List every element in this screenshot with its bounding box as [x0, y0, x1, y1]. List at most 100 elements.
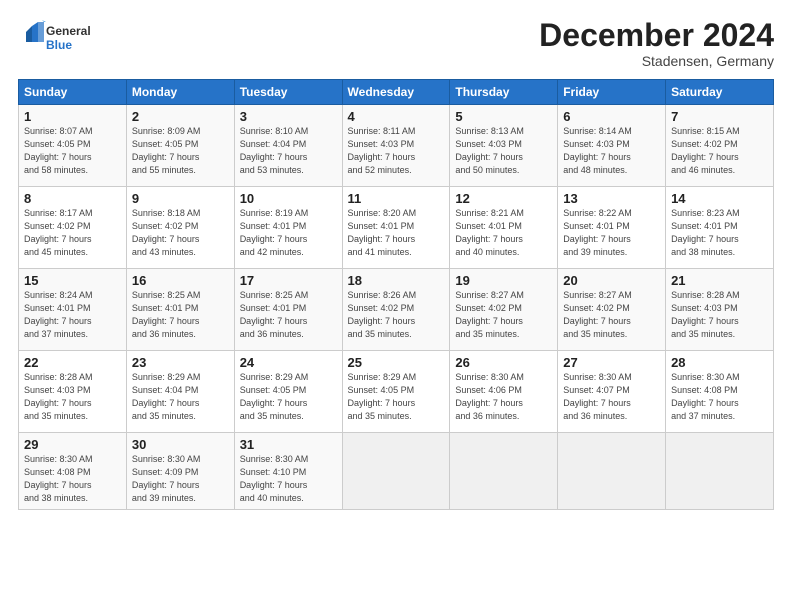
- table-row: 30Sunrise: 8:30 AM Sunset: 4:09 PM Dayli…: [126, 433, 234, 510]
- col-wednesday: Wednesday: [342, 80, 450, 105]
- day-number: 18: [348, 273, 445, 288]
- table-row: 16Sunrise: 8:25 AM Sunset: 4:01 PM Dayli…: [126, 269, 234, 351]
- table-row: 20Sunrise: 8:27 AM Sunset: 4:02 PM Dayli…: [558, 269, 666, 351]
- day-number: 31: [240, 437, 337, 452]
- day-info: Sunrise: 8:18 AM Sunset: 4:02 PM Dayligh…: [132, 207, 229, 259]
- title-block: December 2024 Stadensen, Germany: [539, 18, 774, 69]
- table-row: 28Sunrise: 8:30 AM Sunset: 4:08 PM Dayli…: [666, 351, 774, 433]
- table-row: 3Sunrise: 8:10 AM Sunset: 4:04 PM Daylig…: [234, 105, 342, 187]
- table-row: 1Sunrise: 8:07 AM Sunset: 4:05 PM Daylig…: [19, 105, 127, 187]
- table-row: 21Sunrise: 8:28 AM Sunset: 4:03 PM Dayli…: [666, 269, 774, 351]
- day-info: Sunrise: 8:30 AM Sunset: 4:07 PM Dayligh…: [563, 371, 660, 423]
- day-info: Sunrise: 8:30 AM Sunset: 4:08 PM Dayligh…: [24, 453, 121, 505]
- month-title: December 2024: [539, 18, 774, 53]
- day-info: Sunrise: 8:22 AM Sunset: 4:01 PM Dayligh…: [563, 207, 660, 259]
- table-row: 23Sunrise: 8:29 AM Sunset: 4:04 PM Dayli…: [126, 351, 234, 433]
- svg-text:Blue: Blue: [46, 38, 72, 52]
- table-row: 14Sunrise: 8:23 AM Sunset: 4:01 PM Dayli…: [666, 187, 774, 269]
- day-info: Sunrise: 8:27 AM Sunset: 4:02 PM Dayligh…: [455, 289, 552, 341]
- calendar-week-row: 15Sunrise: 8:24 AM Sunset: 4:01 PM Dayli…: [19, 269, 774, 351]
- day-info: Sunrise: 8:14 AM Sunset: 4:03 PM Dayligh…: [563, 125, 660, 177]
- day-number: 22: [24, 355, 121, 370]
- day-number: 15: [24, 273, 121, 288]
- location-subtitle: Stadensen, Germany: [539, 53, 774, 69]
- page-container: General Blue December 2024 Stadensen, Ge…: [0, 0, 792, 520]
- day-number: 3: [240, 109, 337, 124]
- day-info: Sunrise: 8:28 AM Sunset: 4:03 PM Dayligh…: [24, 371, 121, 423]
- day-number: 7: [671, 109, 768, 124]
- day-number: 4: [348, 109, 445, 124]
- day-number: 14: [671, 191, 768, 206]
- day-number: 19: [455, 273, 552, 288]
- table-row: 11Sunrise: 8:20 AM Sunset: 4:01 PM Dayli…: [342, 187, 450, 269]
- table-row: 6Sunrise: 8:14 AM Sunset: 4:03 PM Daylig…: [558, 105, 666, 187]
- day-number: 9: [132, 191, 229, 206]
- day-number: 28: [671, 355, 768, 370]
- day-info: Sunrise: 8:09 AM Sunset: 4:05 PM Dayligh…: [132, 125, 229, 177]
- day-info: Sunrise: 8:29 AM Sunset: 4:05 PM Dayligh…: [240, 371, 337, 423]
- col-thursday: Thursday: [450, 80, 558, 105]
- col-tuesday: Tuesday: [234, 80, 342, 105]
- table-row: 31Sunrise: 8:30 AM Sunset: 4:10 PM Dayli…: [234, 433, 342, 510]
- table-row: 12Sunrise: 8:21 AM Sunset: 4:01 PM Dayli…: [450, 187, 558, 269]
- table-row: 5Sunrise: 8:13 AM Sunset: 4:03 PM Daylig…: [450, 105, 558, 187]
- table-row: 22Sunrise: 8:28 AM Sunset: 4:03 PM Dayli…: [19, 351, 127, 433]
- table-row: 4Sunrise: 8:11 AM Sunset: 4:03 PM Daylig…: [342, 105, 450, 187]
- day-number: 20: [563, 273, 660, 288]
- day-number: 26: [455, 355, 552, 370]
- day-info: Sunrise: 8:07 AM Sunset: 4:05 PM Dayligh…: [24, 125, 121, 177]
- day-info: Sunrise: 8:19 AM Sunset: 4:01 PM Dayligh…: [240, 207, 337, 259]
- day-info: Sunrise: 8:29 AM Sunset: 4:05 PM Dayligh…: [348, 371, 445, 423]
- day-number: 6: [563, 109, 660, 124]
- day-info: Sunrise: 8:30 AM Sunset: 4:09 PM Dayligh…: [132, 453, 229, 505]
- day-info: Sunrise: 8:11 AM Sunset: 4:03 PM Dayligh…: [348, 125, 445, 177]
- table-row: 29Sunrise: 8:30 AM Sunset: 4:08 PM Dayli…: [19, 433, 127, 510]
- day-number: 1: [24, 109, 121, 124]
- table-row: 18Sunrise: 8:26 AM Sunset: 4:02 PM Dayli…: [342, 269, 450, 351]
- day-number: 5: [455, 109, 552, 124]
- day-number: 12: [455, 191, 552, 206]
- table-row: 15Sunrise: 8:24 AM Sunset: 4:01 PM Dayli…: [19, 269, 127, 351]
- day-number: 8: [24, 191, 121, 206]
- table-row: 7Sunrise: 8:15 AM Sunset: 4:02 PM Daylig…: [666, 105, 774, 187]
- day-info: Sunrise: 8:21 AM Sunset: 4:01 PM Dayligh…: [455, 207, 552, 259]
- day-info: Sunrise: 8:24 AM Sunset: 4:01 PM Dayligh…: [24, 289, 121, 341]
- calendar-table: Sunday Monday Tuesday Wednesday Thursday…: [18, 79, 774, 510]
- table-row: 8Sunrise: 8:17 AM Sunset: 4:02 PM Daylig…: [19, 187, 127, 269]
- table-row: 10Sunrise: 8:19 AM Sunset: 4:01 PM Dayli…: [234, 187, 342, 269]
- day-info: Sunrise: 8:27 AM Sunset: 4:02 PM Dayligh…: [563, 289, 660, 341]
- table-row: [342, 433, 450, 510]
- day-info: Sunrise: 8:26 AM Sunset: 4:02 PM Dayligh…: [348, 289, 445, 341]
- day-info: Sunrise: 8:20 AM Sunset: 4:01 PM Dayligh…: [348, 207, 445, 259]
- table-row: [666, 433, 774, 510]
- table-row: 26Sunrise: 8:30 AM Sunset: 4:06 PM Dayli…: [450, 351, 558, 433]
- day-info: Sunrise: 8:25 AM Sunset: 4:01 PM Dayligh…: [132, 289, 229, 341]
- day-number: 29: [24, 437, 121, 452]
- day-info: Sunrise: 8:28 AM Sunset: 4:03 PM Dayligh…: [671, 289, 768, 341]
- day-number: 2: [132, 109, 229, 124]
- svg-text:General: General: [46, 24, 91, 38]
- table-row: 25Sunrise: 8:29 AM Sunset: 4:05 PM Dayli…: [342, 351, 450, 433]
- col-sunday: Sunday: [19, 80, 127, 105]
- day-number: 17: [240, 273, 337, 288]
- day-number: 27: [563, 355, 660, 370]
- day-info: Sunrise: 8:17 AM Sunset: 4:02 PM Dayligh…: [24, 207, 121, 259]
- day-number: 13: [563, 191, 660, 206]
- day-number: 23: [132, 355, 229, 370]
- table-row: 13Sunrise: 8:22 AM Sunset: 4:01 PM Dayli…: [558, 187, 666, 269]
- day-number: 10: [240, 191, 337, 206]
- table-row: 9Sunrise: 8:18 AM Sunset: 4:02 PM Daylig…: [126, 187, 234, 269]
- day-number: 21: [671, 273, 768, 288]
- day-number: 16: [132, 273, 229, 288]
- day-number: 24: [240, 355, 337, 370]
- table-row: 17Sunrise: 8:25 AM Sunset: 4:01 PM Dayli…: [234, 269, 342, 351]
- table-row: [450, 433, 558, 510]
- logo: General Blue: [18, 18, 108, 58]
- calendar-week-row: 8Sunrise: 8:17 AM Sunset: 4:02 PM Daylig…: [19, 187, 774, 269]
- calendar-week-row: 1Sunrise: 8:07 AM Sunset: 4:05 PM Daylig…: [19, 105, 774, 187]
- day-info: Sunrise: 8:30 AM Sunset: 4:08 PM Dayligh…: [671, 371, 768, 423]
- table-row: [558, 433, 666, 510]
- table-row: 27Sunrise: 8:30 AM Sunset: 4:07 PM Dayli…: [558, 351, 666, 433]
- day-info: Sunrise: 8:10 AM Sunset: 4:04 PM Dayligh…: [240, 125, 337, 177]
- day-info: Sunrise: 8:25 AM Sunset: 4:01 PM Dayligh…: [240, 289, 337, 341]
